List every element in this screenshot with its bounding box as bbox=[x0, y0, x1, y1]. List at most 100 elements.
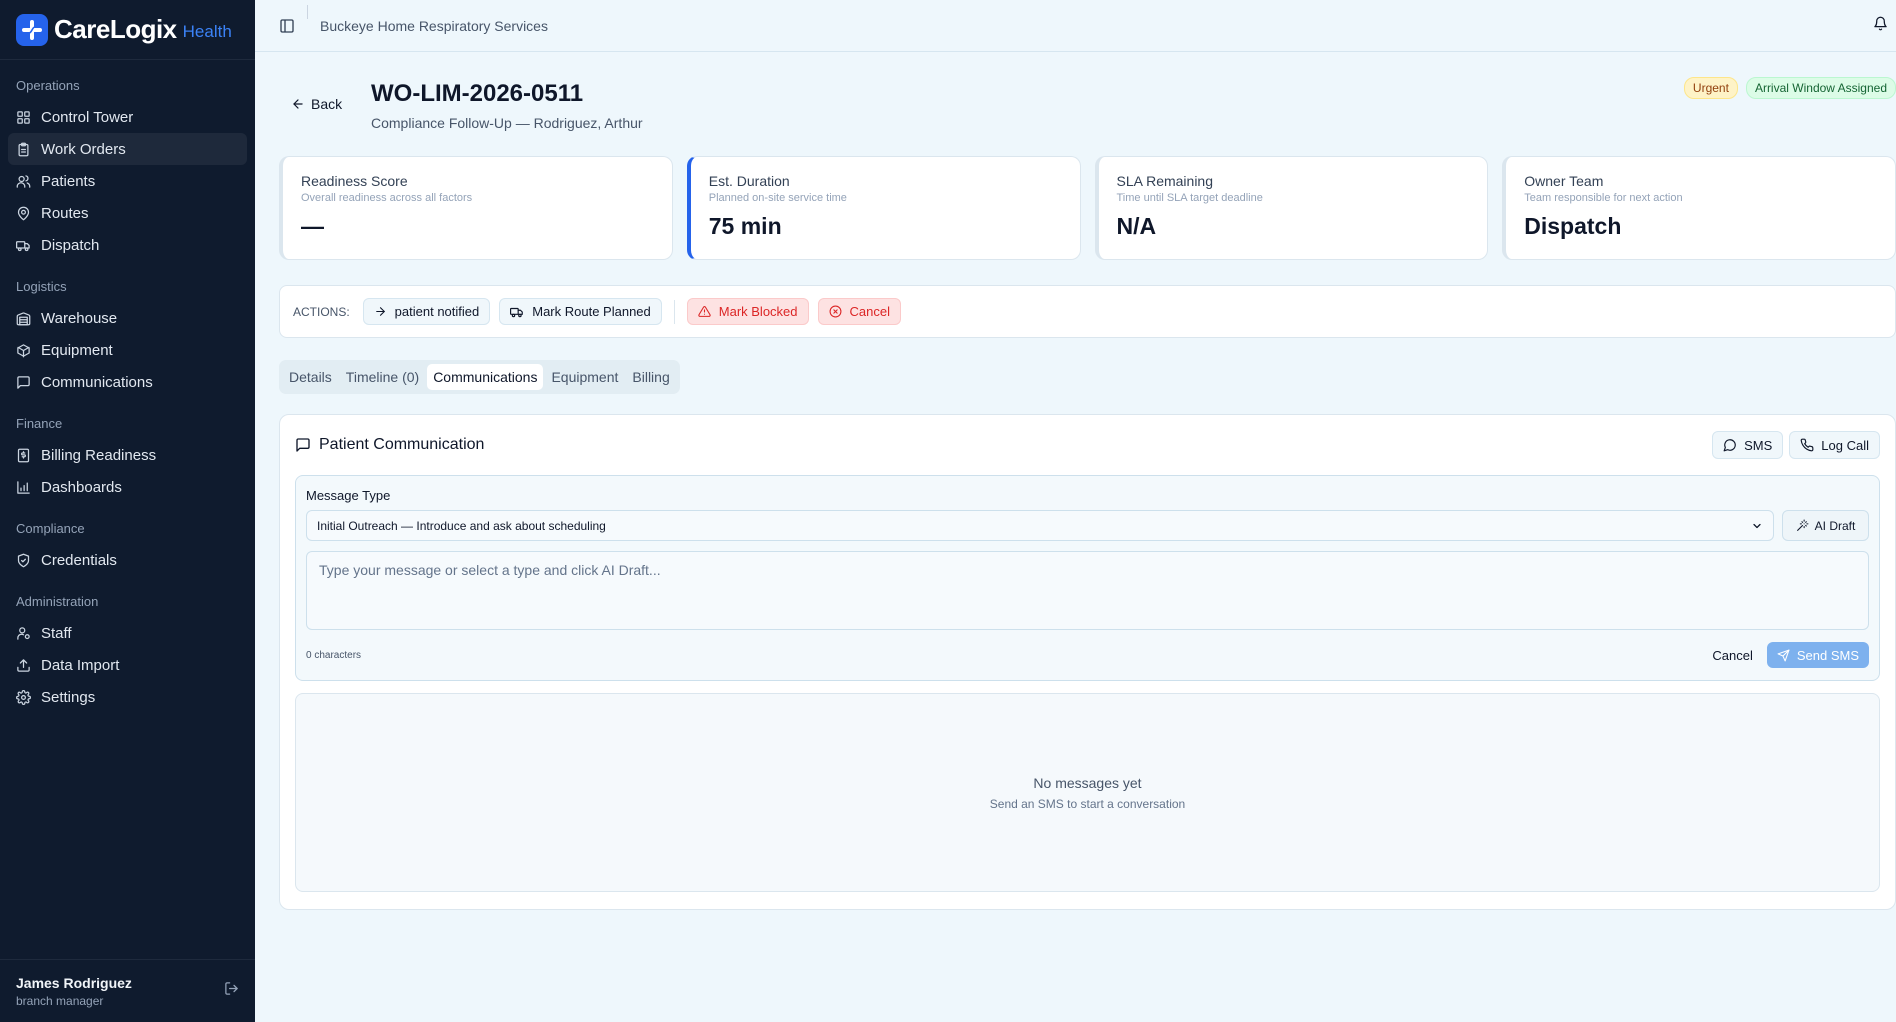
sidebar-item-warehouse[interactable]: Warehouse bbox=[8, 302, 247, 334]
button-label: Cancel bbox=[849, 304, 890, 319]
select-value: Initial Outreach — Introduce and ask abo… bbox=[317, 518, 606, 533]
empty-state-title: No messages yet bbox=[1033, 774, 1142, 791]
actions-bar: ACTIONS: patient notified Mark Route Pla… bbox=[279, 285, 1896, 338]
owner-team-card: Owner Team Team responsible for next act… bbox=[1502, 156, 1896, 260]
sidebar-item-billing-readiness[interactable]: Billing Readiness bbox=[8, 439, 247, 471]
receipt-icon bbox=[17, 448, 30, 462]
log-call-button[interactable]: Log Call bbox=[1789, 431, 1880, 459]
truck-icon bbox=[510, 307, 524, 317]
message-type-select[interactable]: Initial Outreach — Introduce and ask abo… bbox=[306, 510, 1774, 541]
back-button[interactable]: Back bbox=[291, 96, 342, 112]
phone-icon bbox=[1800, 438, 1814, 452]
card-value: 75 min bbox=[708, 213, 782, 239]
alert-triangle-icon bbox=[698, 306, 711, 317]
user-cog-icon bbox=[17, 626, 30, 640]
sidebar-item-patients[interactable]: Patients bbox=[8, 165, 247, 197]
tab-timeline[interactable]: Timeline (0) bbox=[340, 364, 425, 390]
sidebar-item-data-import[interactable]: Data Import bbox=[8, 649, 247, 681]
sidebar-item-dashboards[interactable]: Dashboards bbox=[8, 471, 247, 503]
nav-section-heading: Logistics bbox=[16, 279, 67, 294]
panel-title-text: Patient Communication bbox=[319, 436, 485, 453]
sidebar-item-control-tower[interactable]: Control Tower bbox=[8, 101, 247, 133]
sidebar-item-dispatch[interactable]: Dispatch bbox=[8, 229, 247, 261]
arrow-left-icon bbox=[293, 99, 303, 109]
mark-route-planned-button[interactable]: Mark Route Planned bbox=[499, 298, 662, 325]
cancel-work-order-button[interactable]: Cancel bbox=[817, 298, 901, 325]
tab-equipment[interactable]: Equipment bbox=[545, 364, 624, 390]
send-icon bbox=[1777, 649, 1790, 661]
sidebar-nav: Operations Control Tower Work Orders Patien… bbox=[0, 60, 255, 959]
grid-icon bbox=[17, 110, 30, 124]
sidebar-item-label: Dispatch bbox=[41, 236, 100, 254]
message-type-label: Message Type bbox=[306, 488, 391, 503]
sidebar-item-staff[interactable]: Staff bbox=[8, 617, 247, 649]
panel-title: Patient Communication bbox=[295, 436, 484, 454]
sidebar-item-label: Staff bbox=[41, 624, 72, 642]
sidebar-item-settings[interactable]: Settings bbox=[8, 681, 247, 713]
brand-logo[interactable]: CareLogix Health bbox=[0, 0, 255, 60]
textarea-placeholder: Type your message or select a type and c… bbox=[319, 562, 661, 578]
topbar-divider bbox=[307, 4, 308, 19]
button-label: Log Call bbox=[1821, 437, 1869, 453]
panel-buttons: SMS Log Call bbox=[1712, 431, 1880, 459]
user-role: branch manager bbox=[16, 993, 104, 1008]
sidebar-item-label: Routes bbox=[41, 204, 89, 222]
arrival-window-badge: Arrival Window Assigned bbox=[1745, 77, 1896, 99]
sidebar-item-communications[interactable]: Communications bbox=[8, 366, 247, 398]
work-order-header: Back WO-LIM-2026-0511 Compliance Follow-… bbox=[279, 52, 1896, 156]
sms-button[interactable]: SMS bbox=[1712, 431, 1784, 459]
message-square-icon bbox=[17, 375, 30, 389]
mark-blocked-button[interactable]: Mark Blocked bbox=[686, 298, 809, 325]
sidebar-item-label: Communications bbox=[41, 373, 153, 391]
topbar: Buckeye Home Respiratory Services bbox=[255, 0, 1896, 52]
button-label: Mark Route Planned bbox=[532, 304, 651, 319]
actions-label: ACTIONS: bbox=[293, 304, 350, 319]
est-duration-card: Est. Duration Planned on-site service ti… bbox=[686, 156, 1081, 260]
card-description: Planned on-site service time bbox=[708, 192, 847, 204]
compose-actions: Cancel Send SMS bbox=[1712, 642, 1869, 668]
sidebar-item-equipment[interactable]: Equipment bbox=[8, 334, 247, 366]
button-label: Mark Blocked bbox=[718, 304, 798, 319]
message-textarea[interactable]: Type your message or select a type and c… bbox=[306, 551, 1869, 630]
clipboard-icon bbox=[18, 142, 29, 156]
metric-cards: Readiness Score Overall readiness across… bbox=[279, 156, 1896, 260]
main-content: Back WO-LIM-2026-0511 Compliance Follow-… bbox=[279, 52, 1896, 910]
card-description: Team responsible for next action bbox=[1524, 192, 1683, 204]
cancel-message-button[interactable]: Cancel bbox=[1712, 648, 1752, 663]
send-sms-button[interactable]: Send SMS bbox=[1766, 642, 1869, 668]
logout-icon[interactable] bbox=[224, 981, 239, 1001]
readiness-score-card: Readiness Score Overall readiness across… bbox=[279, 156, 673, 260]
sidebar-item-label: Work Orders bbox=[41, 140, 126, 158]
card-description: Overall readiness across all factors bbox=[301, 192, 473, 204]
nav-section-heading: Finance bbox=[16, 416, 63, 431]
patient-communication-panel: Patient Communication SMS Log Call Messa… bbox=[279, 414, 1896, 910]
card-title: Readiness Score bbox=[301, 173, 408, 189]
x-circle-icon bbox=[829, 305, 841, 318]
user-name: James Rodriguez bbox=[16, 974, 132, 991]
character-count: 0 characters bbox=[306, 649, 362, 661]
sidebar-item-work-orders[interactable]: Work Orders bbox=[8, 133, 247, 165]
message-circle-icon bbox=[1723, 439, 1736, 452]
urgent-badge: Urgent bbox=[1683, 77, 1738, 99]
page-subtitle: Compliance Follow-Up — Rodriguez, Arthur bbox=[371, 115, 643, 131]
sidebar-item-credentials[interactable]: Credentials bbox=[8, 544, 247, 576]
brand-name: CareLogix bbox=[54, 14, 177, 44]
panel-header: Patient Communication SMS Log Call bbox=[295, 415, 1880, 475]
bar-chart-icon bbox=[17, 480, 30, 494]
empty-state-subtitle: Send an SMS to start a conversation bbox=[989, 796, 1186, 811]
sidebar-item-routes[interactable]: Routes bbox=[8, 197, 247, 229]
chevron-down-icon bbox=[1753, 523, 1761, 528]
patient-notified-button[interactable]: patient notified bbox=[362, 298, 491, 325]
sidebar-toggle-icon[interactable] bbox=[275, 14, 299, 38]
tab-billing[interactable]: Billing bbox=[626, 364, 675, 390]
bell-icon[interactable] bbox=[1873, 16, 1888, 36]
sla-remaining-card: SLA Remaining Time until SLA target dead… bbox=[1094, 156, 1489, 260]
sidebar-item-label: Dashboards bbox=[41, 478, 122, 496]
tab-details[interactable]: Details bbox=[283, 364, 338, 390]
sidebar-item-label: Equipment bbox=[41, 341, 113, 359]
card-value: Dispatch bbox=[1524, 213, 1622, 239]
shield-check-icon bbox=[17, 553, 30, 567]
ai-draft-button[interactable]: AI Draft bbox=[1782, 510, 1869, 541]
tab-communications[interactable]: Communications bbox=[427, 364, 544, 390]
messages-list: No messages yet Send an SMS to start a c… bbox=[295, 693, 1880, 892]
